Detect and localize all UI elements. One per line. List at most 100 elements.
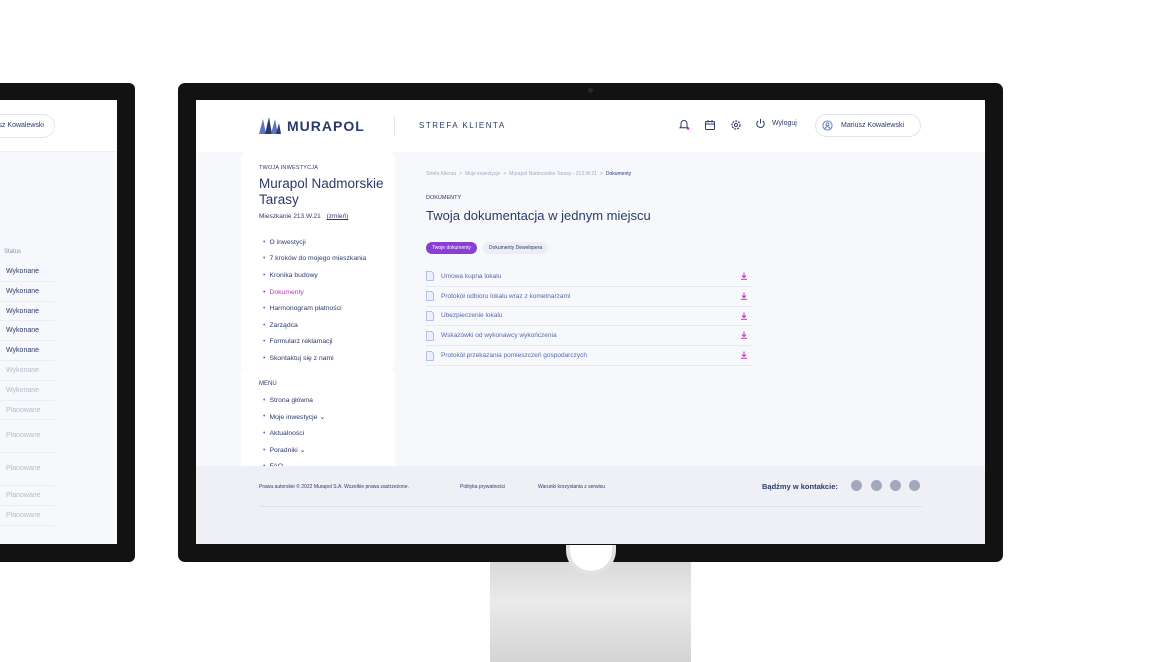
breadcrumb-separator: > [599, 171, 603, 177]
sidebar-item-kronika-budowy[interactable]: Kronika budowy [263, 267, 366, 284]
document-name: Ubezpieczenie lokalu [441, 312, 503, 320]
investment-label: TWOJA INWESTYCJA [259, 165, 319, 171]
status-cell: Wykonane [0, 282, 55, 302]
investment-nav: O inwestycji 7 kroków do mojego mieszkan… [263, 234, 366, 367]
linkedin-icon[interactable] [871, 480, 882, 491]
secondary-screen: Mariusz Kowalewski Status Wykonane Wykon… [0, 100, 117, 544]
status-cell: Planowane [0, 506, 55, 526]
status-cell: Planowane [0, 453, 55, 487]
page-title: Twoja dokumentacja w jednym miejscu [426, 208, 651, 223]
header-divider [394, 116, 395, 136]
status-cell: Wykonane [0, 302, 55, 322]
sidebar-item-7-krokow[interactable]: 7 kroków do mojego mieszkania [263, 251, 366, 268]
page-category: DOKUMENTY [426, 195, 462, 201]
file-icon [426, 291, 434, 302]
status-cell: Planowane [0, 401, 55, 421]
logout-label: Wyloguj [772, 120, 797, 127]
document-row[interactable]: Wskazówki od wykonawcy wykończenia [426, 326, 752, 347]
secondary-user-button[interactable]: Mariusz Kowalewski [0, 114, 55, 138]
status-cell: Wykonane [0, 262, 55, 282]
twitter-icon[interactable] [851, 480, 862, 491]
webcam [588, 88, 593, 93]
murapol-logo-icon [259, 117, 281, 134]
logout-button[interactable]: Wyloguj [755, 118, 797, 129]
download-icon[interactable] [740, 351, 748, 359]
scene: Mariusz Kowalewski Status Wykonane Wykon… [0, 0, 1176, 662]
status-list: Wykonane Wykonane Wykonane Wykonane Wyko… [0, 262, 55, 526]
section-title: STREFA KLIENTA [419, 121, 506, 130]
document-row[interactable]: Protokół przekazania pomieszczeń gospoda… [426, 346, 752, 366]
sidebar-item-o-inwestycji[interactable]: O inwestycji [263, 234, 366, 251]
contact-label: Bądźmy w kontakcie: [762, 482, 838, 491]
secondary-body: Status Wykonane Wykonane Wykonane Wykona… [0, 152, 117, 544]
sidebar-item-zarzadca[interactable]: Zarządca [263, 317, 366, 334]
breadcrumb-item[interactable]: Strefa Klienta [426, 171, 456, 177]
gear-icon[interactable] [730, 119, 742, 131]
document-name: Wskazówki od wykonawcy wykończenia [441, 332, 557, 340]
document-row[interactable]: Ubezpieczenie lokalu [426, 307, 752, 327]
youtube-icon[interactable] [890, 480, 901, 491]
change-apartment-link[interactable]: (zmień) [327, 213, 349, 220]
status-cell: Wykonane [0, 361, 55, 381]
document-list: Umowa kupna lokalu Protokół odbioru loka… [426, 267, 752, 366]
user-menu-button[interactable]: Mariusz Kowalewski [815, 114, 921, 137]
breadcrumb-separator: > [459, 171, 462, 177]
tab-twoje-dokumenty[interactable]: Twoje dokumenty [426, 242, 477, 254]
site-footer: Prawa autorskie © 2022 Murapol S.A. Wsze… [196, 466, 985, 544]
sidebar-item-harmonogram-platnosci[interactable]: Harmonogram płatności [263, 300, 366, 317]
menu-item-aktualnosci[interactable]: Aktualności [263, 425, 325, 442]
main-area: TWOJA INWESTYCJA Murapol Nadmorskie Tara… [196, 152, 985, 470]
murapol-logo[interactable]: MURAPOL [259, 117, 365, 134]
breadcrumb-separator: > [503, 171, 507, 177]
user-name: Mariusz Kowalewski [841, 122, 905, 129]
menu-item-strona-glowna[interactable]: Strona główna [263, 392, 325, 409]
breadcrumb-item[interactable]: Moje inwestycje [465, 171, 500, 177]
footer-copyright: Prawa autorskie © 2022 Murapol S.A. Wsze… [259, 484, 409, 490]
document-name: Umowa kupna lokalu [441, 272, 502, 280]
user-avatar-icon [822, 120, 833, 131]
main-monitor: MURAPOL STREFA KLIENTA Wyloguj Mariusz K… [178, 83, 1003, 562]
apartment-info: Mieszkanie 213.W.21 (zmień) [259, 213, 348, 220]
investment-sidebar: TWOJA INWESTYCJA Murapol Nadmorskie Tara… [241, 152, 395, 370]
status-cell: Planowane [0, 486, 55, 507]
privacy-link[interactable]: Polityka prywatności [460, 484, 505, 490]
sidebar-item-formularz-reklamacji[interactable]: Formularz reklamacji [263, 334, 366, 351]
status-cell: Planowane [0, 420, 55, 454]
sidebar-item-skontaktuj[interactable]: Skontaktuj się z nami [263, 350, 366, 367]
tab-dokumenty-dewelopera[interactable]: Dokumenty Dewelopera [482, 242, 549, 254]
sidebar-item-dokumenty[interactable]: Dokumenty [263, 284, 366, 301]
footer-divider [259, 506, 922, 507]
status-column-header: Status [4, 249, 22, 255]
download-icon[interactable] [740, 312, 748, 320]
bell-icon[interactable] [678, 119, 690, 131]
file-icon [426, 350, 434, 361]
menu-label: MENU [259, 381, 277, 387]
apartment-number: Mieszkanie 213.W.21 [259, 213, 321, 220]
breadcrumb-current: Dokumenty [605, 171, 632, 177]
menu-item-moje-inwestycje[interactable]: Moje inwestycje ⌄ [263, 409, 325, 426]
document-name: Protokół odbioru lokalu wraz z kometnarz… [441, 292, 571, 300]
main-screen: MURAPOL STREFA KLIENTA Wyloguj Mariusz K… [196, 100, 985, 544]
file-icon [426, 271, 434, 282]
document-name: Protokół przekazania pomieszczeń gospoda… [441, 352, 587, 360]
calendar-icon[interactable] [704, 119, 716, 131]
file-icon [426, 311, 434, 321]
terms-link[interactable]: Warunki korzystania z serwisu [538, 484, 605, 490]
instagram-icon[interactable] [909, 480, 920, 491]
download-icon[interactable] [740, 272, 748, 280]
status-cell: Wykonane [0, 381, 55, 401]
investment-title: Murapol Nadmorskie Tarasy [259, 176, 384, 207]
menu-item-poradniki[interactable]: Poradniki ⌄ [263, 442, 325, 459]
document-row[interactable]: Protokół odbioru lokalu wraz z kometnarz… [426, 287, 752, 307]
document-row[interactable]: Umowa kupna lokalu [426, 267, 752, 287]
file-icon [426, 330, 434, 341]
power-icon [756, 118, 765, 128]
site-header: MURAPOL STREFA KLIENTA Wyloguj Mariusz K… [196, 100, 985, 152]
breadcrumb-item[interactable]: Murapol Nadmorskie Tarasy - 213.W.21 [509, 171, 597, 177]
status-cell: Wykonane [0, 321, 55, 342]
download-icon[interactable] [740, 331, 748, 340]
secondary-monitor: Mariusz Kowalewski Status Wykonane Wykon… [0, 83, 135, 562]
secondary-header: Mariusz Kowalewski [0, 100, 117, 152]
download-icon[interactable] [740, 292, 748, 300]
main-menu: MENU Strona główna Moje inwestycje ⌄ Akt… [241, 370, 395, 470]
